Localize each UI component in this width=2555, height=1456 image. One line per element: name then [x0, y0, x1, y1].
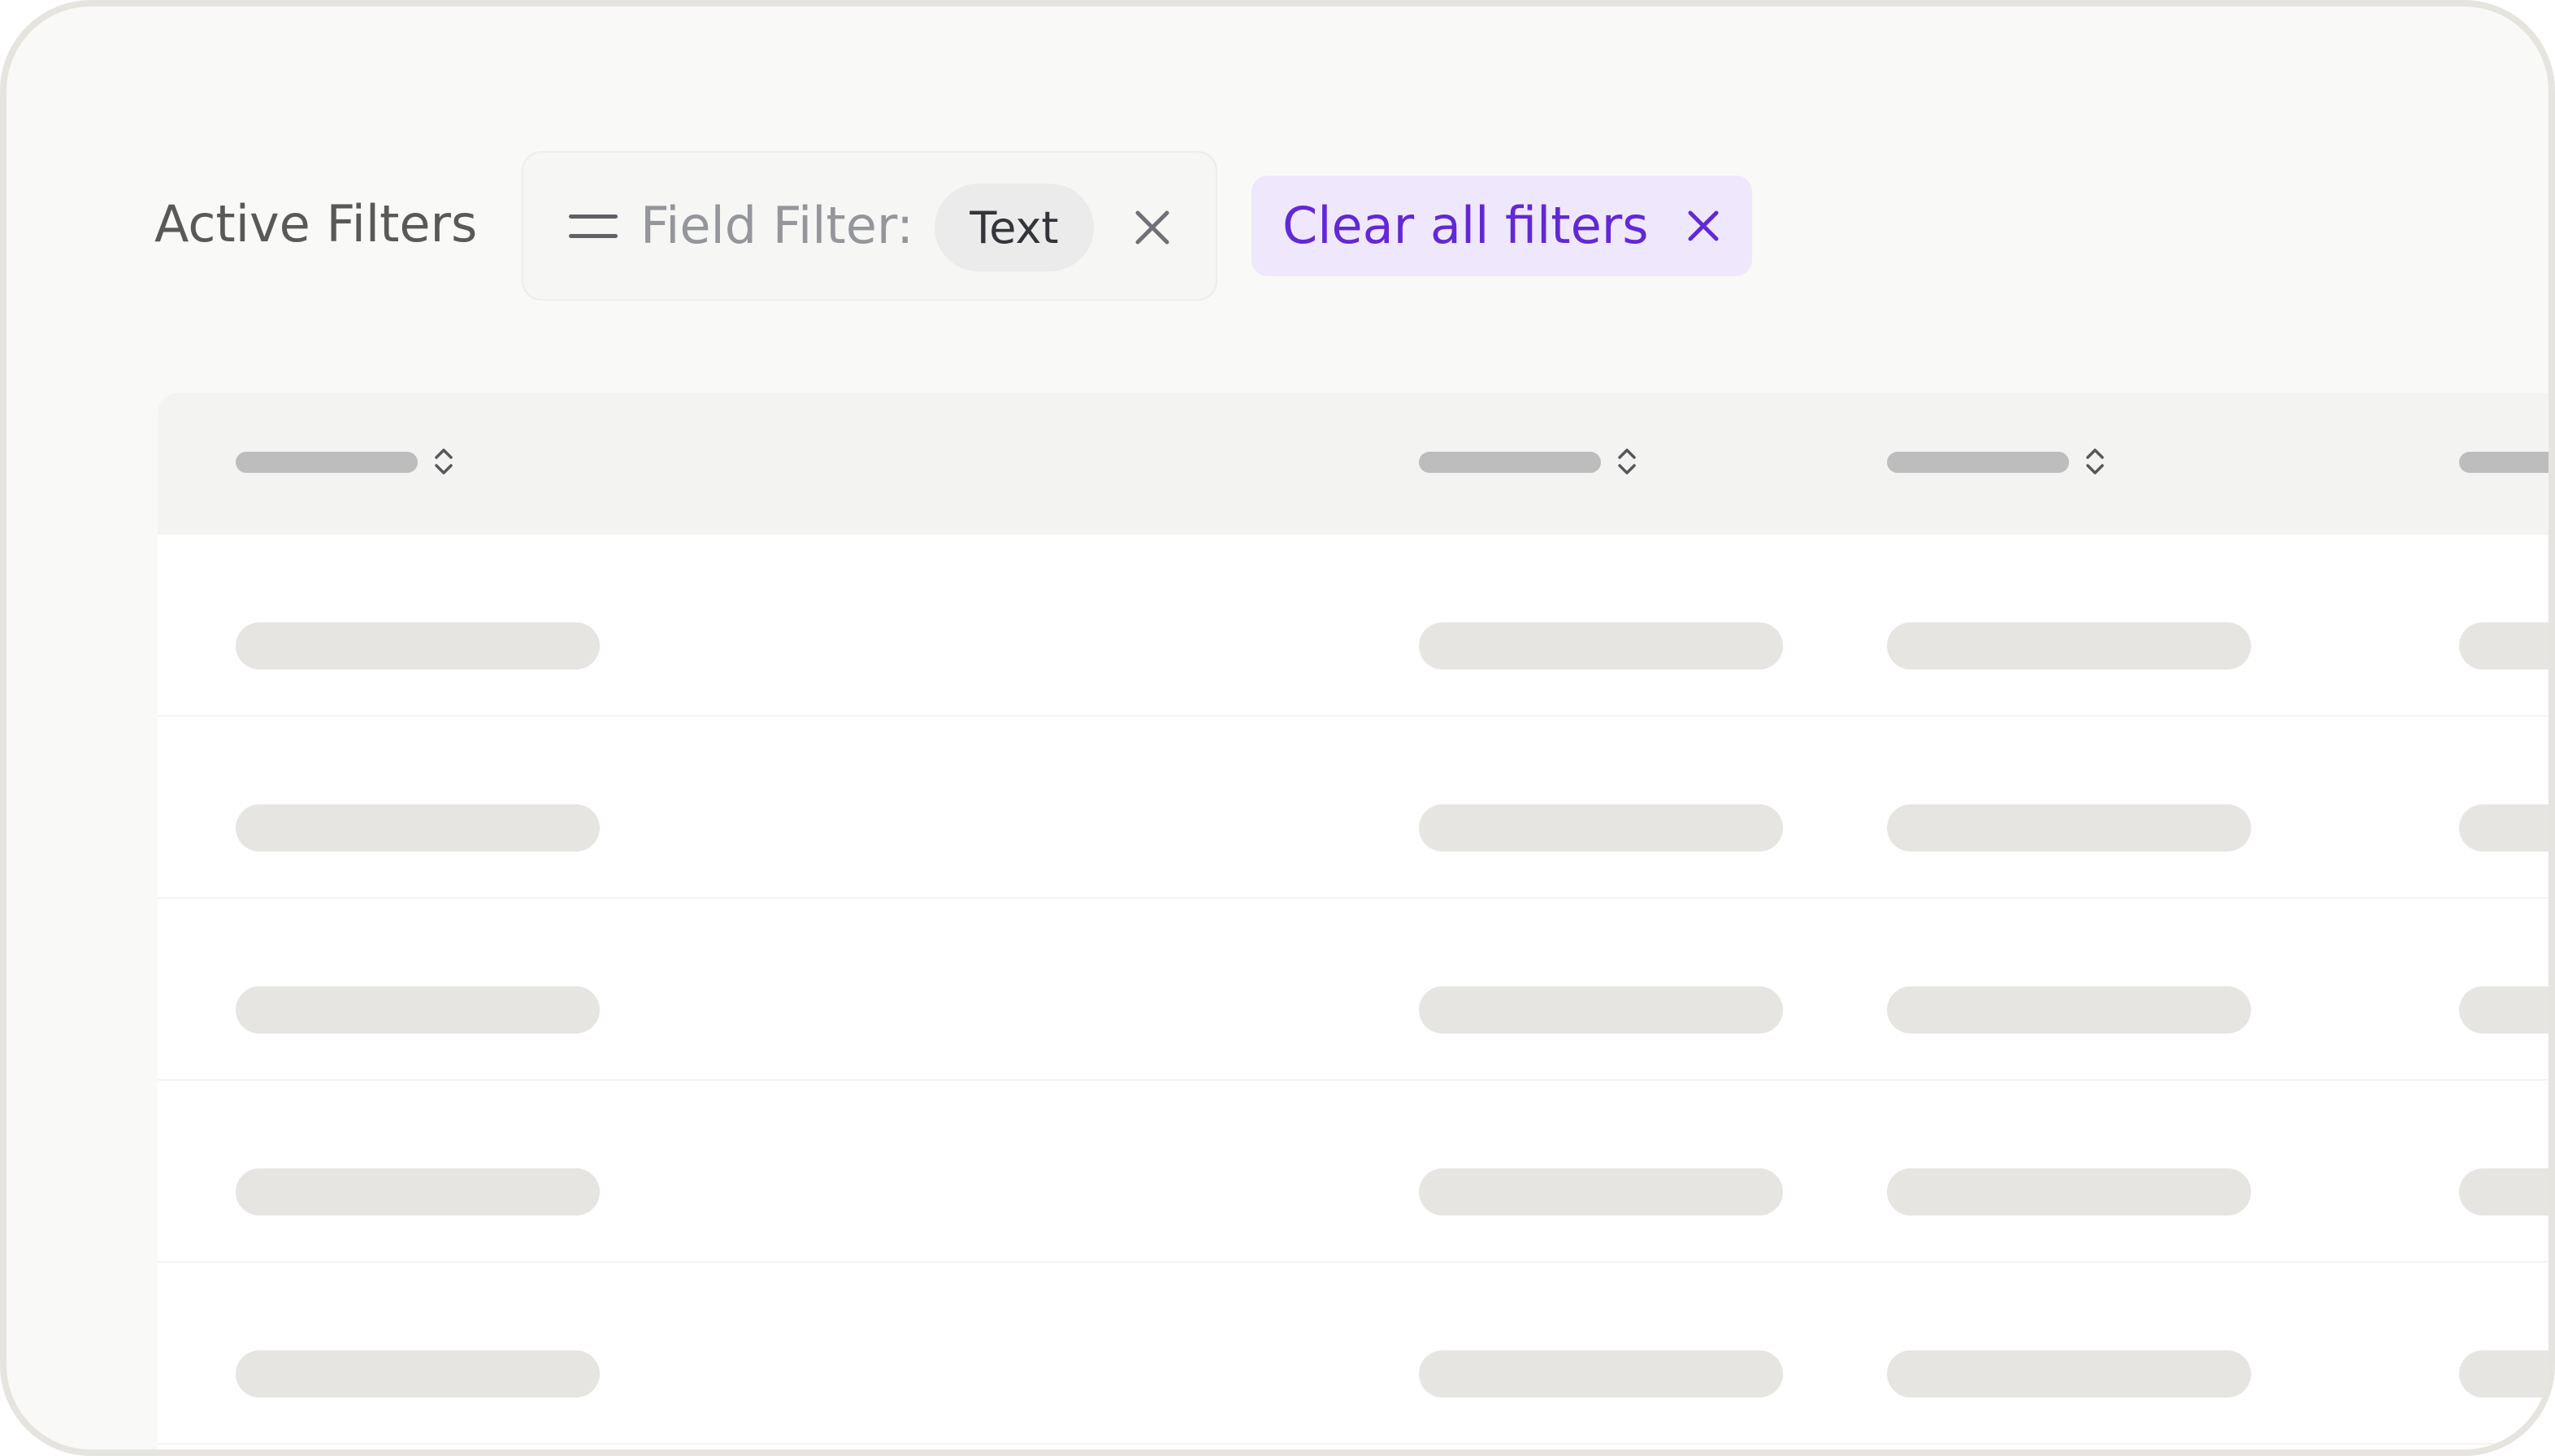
- sort-icon[interactable]: [2084, 444, 2106, 479]
- app-frame: Active Filters Field Filter: Text Clear …: [0, 0, 2555, 1456]
- clear-all-filters-label: Clear all filters: [1282, 196, 1649, 255]
- cell-placeholder: [1419, 1168, 1783, 1216]
- field-filter-label: Field Filter:: [640, 196, 914, 255]
- column-header-placeholder[interactable]: [236, 452, 418, 473]
- cell-placeholder: [1419, 622, 1783, 670]
- close-icon: [1688, 210, 1719, 241]
- column-header-placeholder[interactable]: [2459, 452, 2548, 473]
- cell-placeholder: [236, 622, 600, 670]
- cell-placeholder: [2459, 1168, 2548, 1216]
- cell-placeholder: [1419, 804, 1783, 852]
- active-filters-label: Active Filters: [154, 194, 478, 254]
- sort-icon[interactable]: [1616, 444, 1638, 479]
- table-row[interactable]: [158, 1263, 2548, 1445]
- column-header-placeholder[interactable]: [1887, 452, 2069, 473]
- cell-placeholder: [236, 986, 600, 1034]
- cell-placeholder: [1887, 622, 2251, 670]
- cell-placeholder: [2459, 986, 2548, 1034]
- cell-placeholder: [1887, 986, 2251, 1034]
- table-row[interactable]: [158, 1081, 2548, 1263]
- data-table: [158, 393, 2548, 1450]
- cell-placeholder: [2459, 1350, 2548, 1398]
- table-row[interactable]: [158, 717, 2548, 899]
- field-filter-chip[interactable]: Field Filter: Text: [522, 151, 1217, 301]
- cell-placeholder: [2459, 804, 2548, 852]
- cell-placeholder: [1887, 1350, 2251, 1398]
- sort-icon[interactable]: [432, 444, 455, 479]
- lines-icon: [569, 210, 618, 240]
- cell-placeholder: [1419, 1350, 1783, 1398]
- cell-placeholder: [236, 1168, 600, 1216]
- cell-placeholder: [1419, 986, 1783, 1034]
- cell-placeholder: [236, 804, 600, 852]
- cell-placeholder: [1887, 804, 2251, 852]
- cell-placeholder: [1887, 1168, 2251, 1216]
- cell-placeholder: [2459, 622, 2548, 670]
- table-row[interactable]: [158, 535, 2548, 717]
- table-row[interactable]: [158, 899, 2548, 1081]
- close-icon[interactable]: [1131, 206, 1173, 249]
- filter-value-chip[interactable]: Text: [935, 184, 1094, 271]
- clear-all-filters-button[interactable]: Clear all filters: [1251, 176, 1752, 276]
- column-header-placeholder[interactable]: [1419, 452, 1601, 473]
- cell-placeholder: [236, 1350, 600, 1398]
- table-header: [158, 393, 2548, 535]
